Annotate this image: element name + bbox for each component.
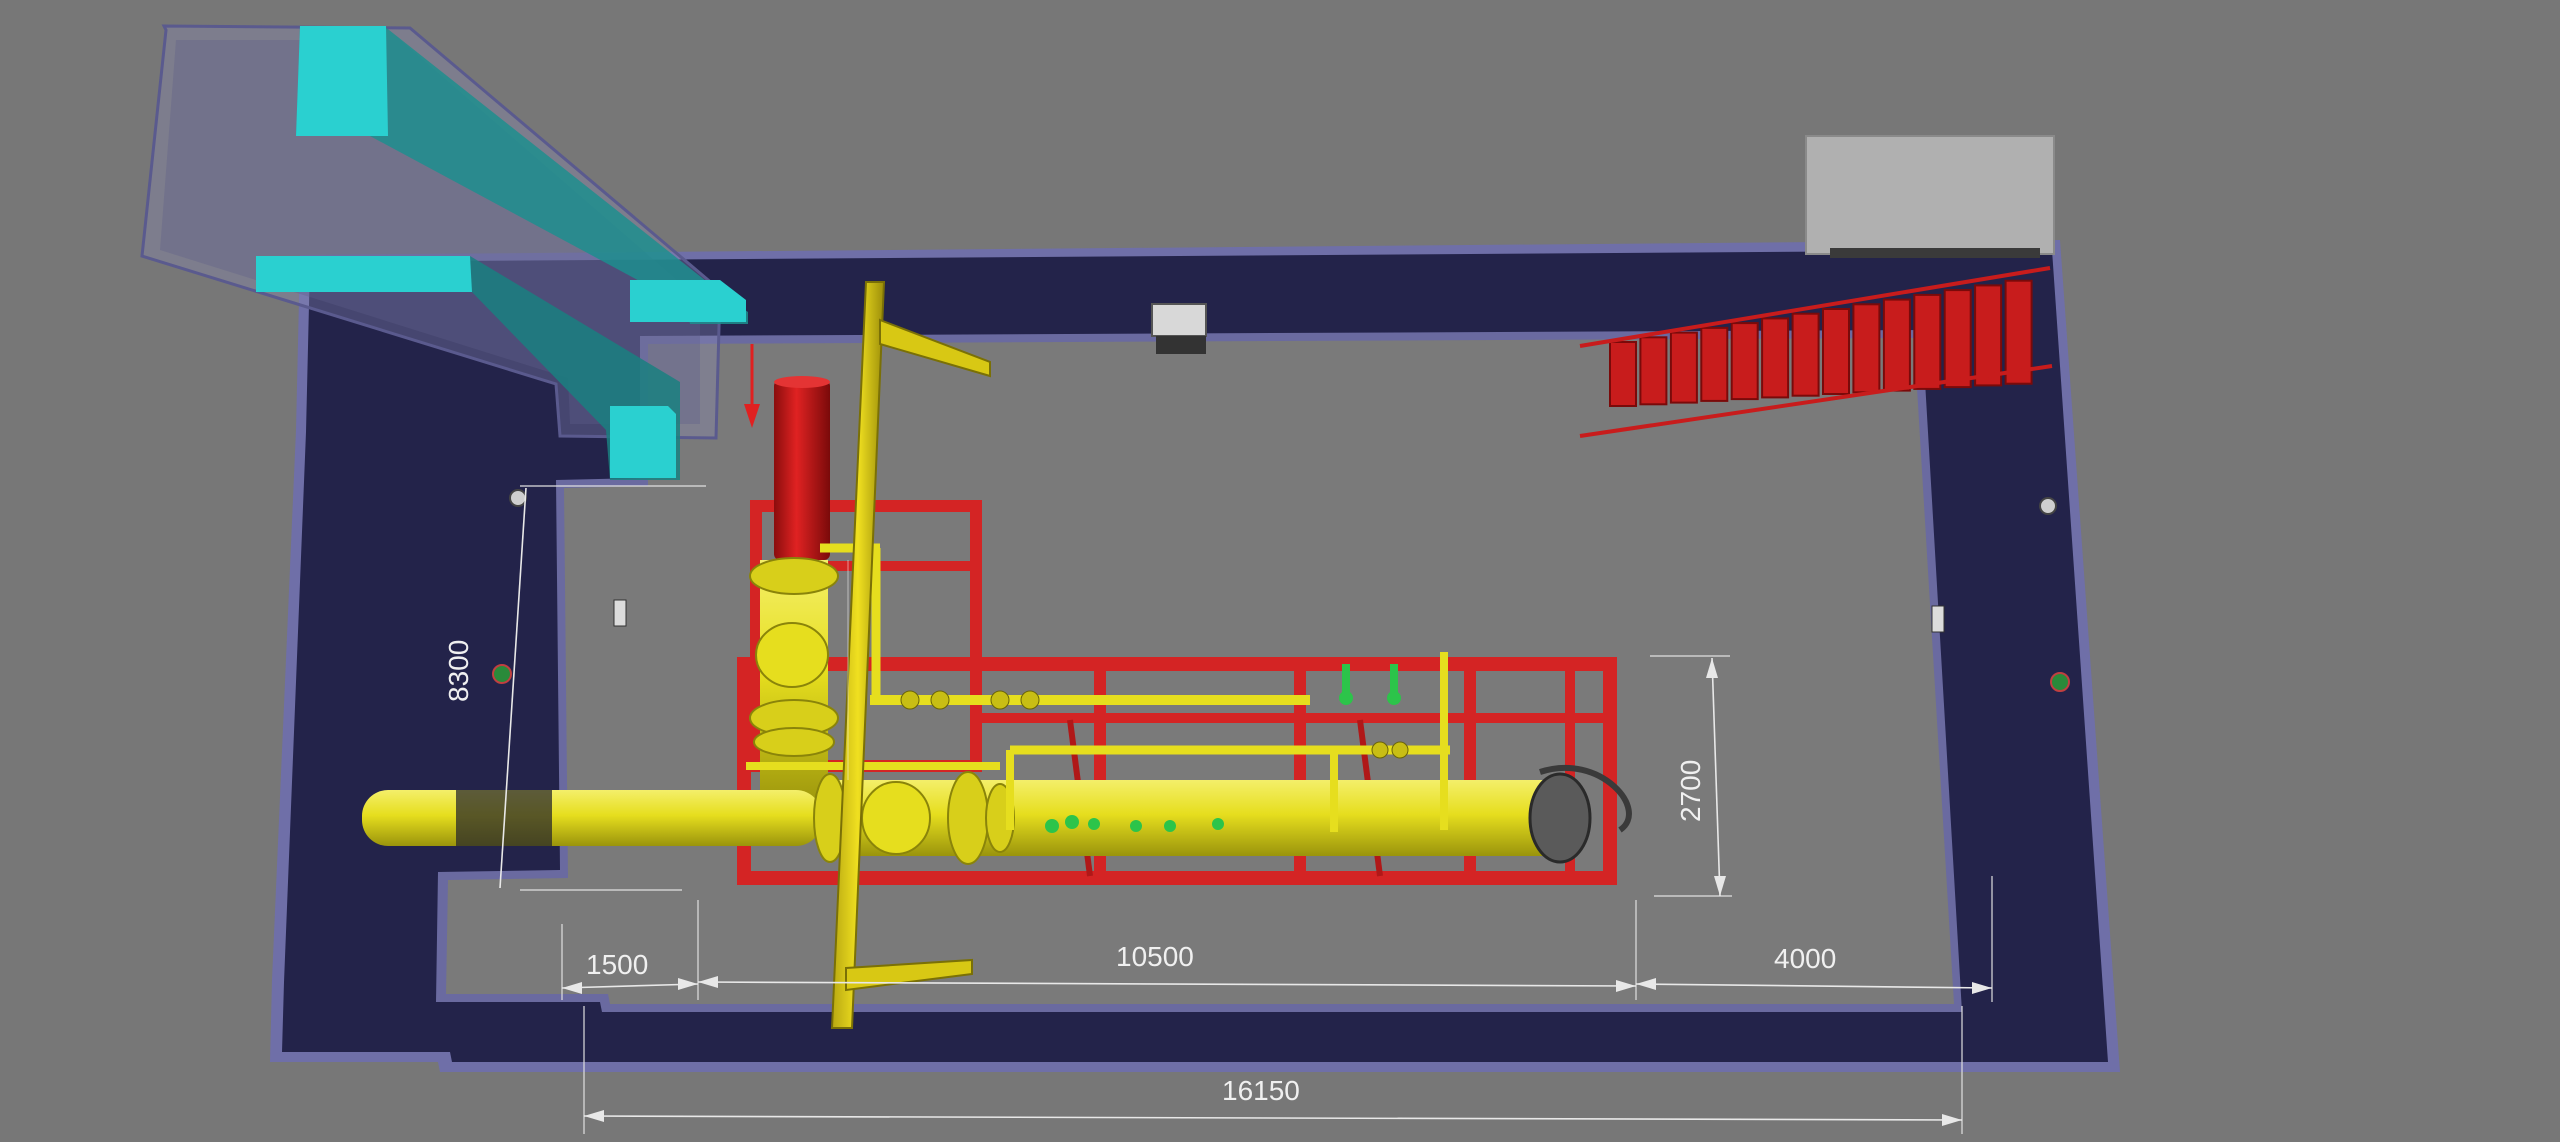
- stair-tread: [1882, 298, 1911, 392]
- cabinet-body: [1805, 135, 2055, 255]
- duct-upper-top: [296, 26, 388, 136]
- valve-y-1: [900, 690, 920, 710]
- duct-lower-end: [610, 406, 676, 478]
- duct-lower-top: [256, 256, 472, 292]
- stair-tread: [1791, 312, 1820, 397]
- green-valve-1: [1342, 664, 1350, 694]
- stair-tread: [1700, 326, 1729, 402]
- dim-arrow-2: [1942, 1114, 1962, 1126]
- stair-tread: [1609, 341, 1637, 407]
- equipment-cabinet: [1805, 135, 2055, 258]
- riser-flange-1: [749, 557, 839, 595]
- main-pipe-flange-2: [947, 771, 989, 865]
- stair-tread: [1822, 308, 1850, 395]
- stair-tread: [1730, 322, 1759, 401]
- green-valve-5: [1088, 818, 1100, 830]
- filter-vessel-top: [774, 376, 830, 388]
- wall-box-left: [613, 599, 627, 627]
- stair-tread: [1639, 336, 1668, 406]
- valve-y-3: [990, 690, 1010, 710]
- green-valve-1-handle: [1339, 691, 1353, 705]
- stair-tread: [1913, 293, 1942, 390]
- end-closure: [1528, 772, 1592, 864]
- valve-y-6: [1391, 741, 1409, 759]
- green-valve-2-handle: [1387, 691, 1401, 705]
- dim-label-left-offset: 1500: [586, 949, 648, 980]
- control-box: [1151, 303, 1207, 354]
- green-valve-2: [1390, 664, 1398, 694]
- green-valve-6: [1130, 820, 1142, 832]
- stair-tread: [1761, 317, 1790, 399]
- main-pipe-ball: [861, 781, 931, 855]
- valve-y-4: [1020, 690, 1040, 710]
- wall-box-right: [1931, 605, 1945, 633]
- valve-y-2: [930, 690, 950, 710]
- green-valve-8: [1212, 818, 1224, 830]
- dim-label-right-offset: 4000: [1774, 943, 1836, 974]
- riser-flange-3: [753, 727, 835, 757]
- green-valve-7: [1164, 820, 1176, 832]
- dim-label-pit-length: 16150: [1222, 1075, 1300, 1106]
- wall-light-left: [509, 489, 527, 507]
- wall-sensor-left: [492, 664, 512, 684]
- control-box-base: [1156, 336, 1206, 354]
- dim-label-equipment-length: 10500: [1116, 941, 1194, 972]
- stair-tread: [1943, 289, 1972, 389]
- dim-label-pit-width: 8300: [443, 640, 474, 702]
- control-box-body: [1151, 303, 1207, 337]
- green-valve-4: [1065, 815, 1079, 829]
- stair-tread: [1974, 284, 2003, 387]
- dim-arrow-1: [584, 1110, 604, 1122]
- technical-scene: 16150 1500 10500 4000 2700 8300: [140, 24, 2120, 1134]
- stair-tread: [1852, 303, 1881, 394]
- cabinet-base: [1830, 248, 2040, 258]
- wall-sensor-right: [2050, 672, 2070, 692]
- inlet-pipe: [362, 790, 822, 846]
- filter-vessel-body: [774, 380, 830, 560]
- wall-light-right: [2039, 497, 2057, 515]
- valve-y-5: [1371, 741, 1389, 759]
- riser-ball-1: [755, 622, 829, 688]
- main-pipe: [820, 780, 1580, 856]
- green-valve-3: [1045, 819, 1059, 833]
- dim-line-pit-length: [583, 1115, 1963, 1121]
- stair-tread: [1669, 331, 1698, 404]
- dim-label-equipment-width: 2700: [1675, 760, 1706, 822]
